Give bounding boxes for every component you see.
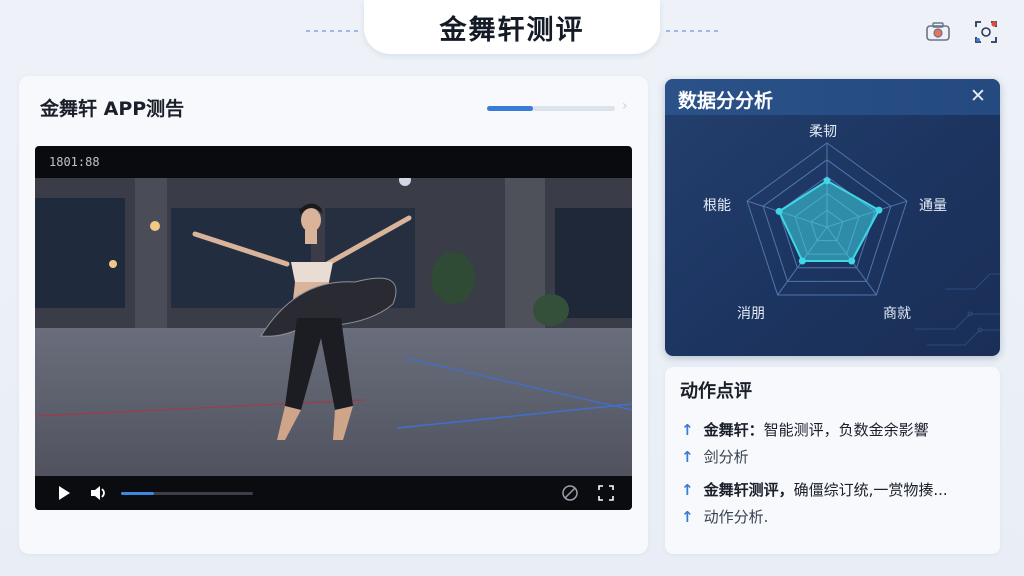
seek-bar[interactable] xyxy=(121,492,253,495)
scan-settings-icon[interactable] xyxy=(972,18,1000,46)
review-item[interactable]: ↑ 金舞轩测评，确僵综订统,一赏物揍... xyxy=(681,479,948,500)
review-item-heading: 金舞轩测评， xyxy=(703,481,794,499)
radar-axis-label: 通量 xyxy=(919,198,947,214)
review-item-heading: 金舞轩： xyxy=(703,421,764,439)
radar-axis-label: 柔韧 xyxy=(809,124,837,140)
arrow-up-icon: ↑ xyxy=(681,421,694,439)
speed-gauge-icon[interactable] xyxy=(561,484,579,502)
review-item[interactable]: ↑ 金舞轩：智能测评，负数金余影響 xyxy=(681,419,929,440)
volume-icon[interactable] xyxy=(89,484,107,502)
seek-bar-fill xyxy=(121,492,154,495)
arrow-up-icon: ↑ xyxy=(681,508,694,526)
chevron-right-icon[interactable]: › xyxy=(622,98,628,114)
arrow-up-icon: ↑ xyxy=(681,481,694,499)
review-item-text: 智能测评，负数金余影響 xyxy=(763,421,929,439)
header-decoration-left xyxy=(306,30,358,32)
page-title: 金舞轩测评 xyxy=(439,14,585,46)
radar-value-point xyxy=(875,206,883,214)
video-frame[interactable] xyxy=(35,178,632,476)
radar-axis-label: 根能 xyxy=(703,198,731,214)
radar-value-point xyxy=(823,177,831,185)
review-panel: 动作点评 ↑ 金舞轩：智能测评，负数金余影響 ↑ 剑分析 ↑ 金舞轩测评，确僵综订统,… xyxy=(665,367,1000,554)
radar-value-point xyxy=(775,207,783,215)
camera-icon[interactable] xyxy=(924,18,952,46)
review-item-text: 确僵综订统,一赏物揍... xyxy=(793,481,948,499)
arrow-up-icon: ↑ xyxy=(681,448,694,466)
loading-progress-bar xyxy=(487,106,615,111)
header-decoration-right xyxy=(666,30,718,32)
video-panel-title: 金舞轩 APP测告 xyxy=(40,98,185,120)
video-panel: 金舞轩 APP测告 › 1801:88 xyxy=(19,76,648,554)
top-bar: 金舞轩测评 xyxy=(0,0,1024,58)
review-item[interactable]: ↑ 动作分析. xyxy=(681,506,768,527)
radar-axis-label: 消朋 xyxy=(737,306,765,322)
review-item-text: 动作分析. xyxy=(703,508,769,526)
radar-value-point xyxy=(798,257,806,265)
video-timecode: 1801:88 xyxy=(49,155,100,169)
header-title-tab: 金舞轩测评 xyxy=(364,0,660,54)
loading-progress-fill xyxy=(487,106,534,111)
review-item[interactable]: ↑ 剑分析 xyxy=(681,446,749,467)
play-icon[interactable] xyxy=(55,484,73,502)
video-controls xyxy=(35,476,632,510)
radar-value-point xyxy=(848,257,856,265)
fullscreen-icon[interactable] xyxy=(597,484,615,502)
data-analysis-panel: 数据分分析 ✕ 柔韧 通量 商就 消朋 根能 xyxy=(665,79,1000,356)
radar-axis-label: 商就 xyxy=(883,306,911,322)
review-item-text: 剑分析 xyxy=(703,448,749,466)
radar-value-area xyxy=(777,179,881,262)
review-panel-title: 动作点评 xyxy=(680,381,752,402)
video-player[interactable]: 1801:88 xyxy=(35,146,632,510)
